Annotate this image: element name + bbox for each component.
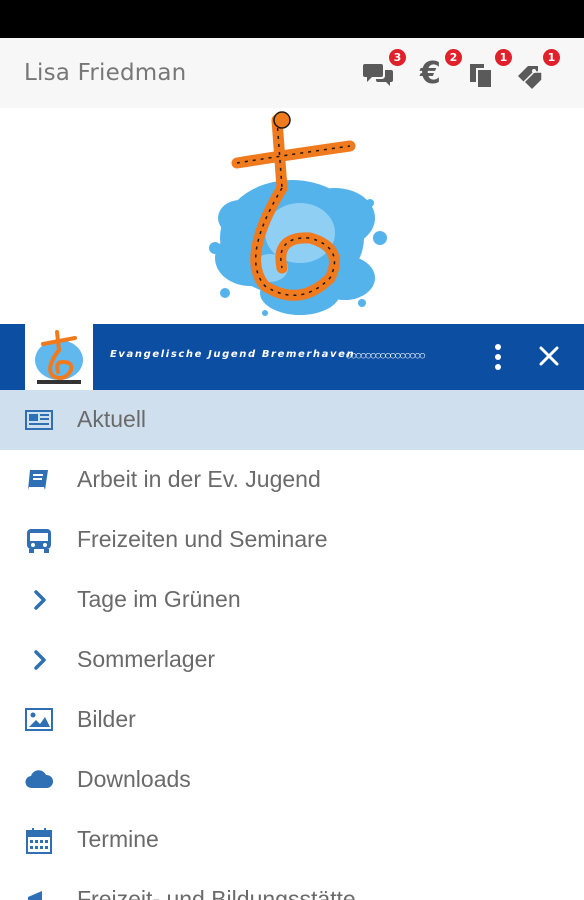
menu-label: Downloads (77, 766, 191, 792)
menu-label: Tage im Grünen (77, 586, 241, 612)
more-options-button[interactable] (488, 342, 508, 374)
menu-item-arbeit[interactable]: Arbeit in der Ev. Jugend (0, 450, 584, 510)
euro-button[interactable]: € 2 (418, 49, 462, 92)
documents-badge: 1 (495, 49, 512, 66)
documents-button[interactable]: 1 (468, 49, 512, 92)
menu-label: Freizeiten und Seminare (77, 526, 328, 552)
brand-bar: Evangelische Jugend Bremerhaven ○○○○○○○○… (0, 324, 584, 390)
cloud-icon (24, 767, 54, 793)
menu-label: Arbeit in der Ev. Jugend (77, 466, 321, 492)
calendar-icon (24, 827, 54, 854)
menu-label: Termine (77, 826, 159, 852)
menu-item-freizeiten[interactable]: Freizeiten und Seminare (0, 510, 584, 570)
book-icon (24, 467, 54, 493)
menu-label: Freizeit- und Bildungsstätte (77, 886, 356, 900)
brand-chain-decoration: ○○○○○○○○○○○○○○○○ (346, 351, 425, 361)
brand-logo[interactable] (25, 324, 93, 390)
user-name[interactable]: Lisa Friedman (24, 60, 186, 86)
tags-icon (518, 66, 543, 90)
menu-item-sommerlager[interactable]: Sommerlager (0, 630, 584, 690)
chat-icon (363, 64, 393, 86)
youth-logo-image (209, 111, 387, 316)
close-button[interactable] (535, 342, 563, 370)
menu-item-tage-im-gruenen[interactable]: Tage im Grünen (0, 570, 584, 630)
top-bar: Lisa Friedman 3 € 2 1 1 (0, 38, 584, 108)
menu-label: Aktuell (77, 406, 147, 432)
close-icon (539, 346, 559, 366)
menu-item-aktuell[interactable]: Aktuell (0, 390, 584, 450)
chat-badge: 3 (389, 49, 406, 66)
euro-badge: 2 (445, 49, 462, 66)
brand-text: Evangelische Jugend Bremerhaven (110, 349, 356, 360)
bus-icon (24, 527, 54, 553)
chat-button[interactable]: 3 (362, 49, 406, 92)
menu-item-freizeit-bildungsstaette[interactable]: Freizeit- und Bildungsstätte (0, 870, 584, 900)
navigation-menu: Aktuell Arbeit in der Ev. Jugend Freizei (0, 390, 584, 900)
menu-item-termine[interactable]: Termine (0, 810, 584, 870)
image-icon (24, 707, 54, 733)
menu-item-bilder[interactable]: Bilder (0, 690, 584, 750)
tags-button[interactable]: 1 (516, 49, 560, 92)
tags-badge: 1 (543, 49, 560, 66)
hero-banner (0, 108, 584, 324)
menu-item-downloads[interactable]: Downloads (0, 750, 584, 810)
chevron-right-icon (24, 587, 54, 613)
chevron-right-icon (24, 647, 54, 673)
newspaper-icon (24, 407, 54, 433)
euro-icon: € (420, 56, 441, 91)
documents-icon (470, 64, 493, 89)
status-bar (0, 0, 584, 38)
megaphone-icon (24, 887, 54, 900)
menu-label: Bilder (77, 706, 136, 732)
menu-label: Sommerlager (77, 646, 216, 672)
brand-logo-image (35, 330, 83, 384)
